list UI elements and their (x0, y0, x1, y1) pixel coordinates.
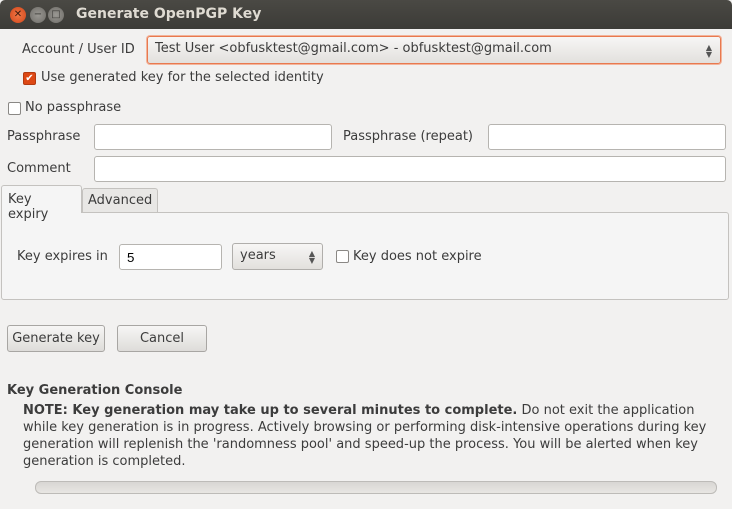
title-bar: ✕ − □ Generate OpenPGP Key (0, 0, 732, 29)
passphrase-repeat-label: Passphrase (repeat) (343, 129, 473, 144)
progress-bar (35, 481, 717, 494)
no-expire-label: Key does not expire (353, 249, 482, 264)
no-passphrase-checkbox[interactable] (8, 102, 21, 115)
use-generated-checkbox[interactable]: ✔ (23, 72, 36, 85)
passphrase-repeat-input[interactable] (488, 124, 726, 150)
tab-label: Advanced (88, 193, 153, 208)
account-select[interactable]: Test User <obfusktest@gmail.com> - obfus… (147, 36, 721, 64)
comment-label: Comment (7, 161, 71, 176)
expires-in-label: Key expires in (17, 249, 108, 264)
maximize-icon[interactable]: □ (48, 7, 64, 23)
minimize-icon[interactable]: − (30, 7, 46, 23)
account-label: Account / User ID (22, 42, 135, 57)
console-note-bold: NOTE: Key generation may take up to seve… (23, 403, 518, 418)
use-generated-label: Use generated key for the selected ident… (41, 70, 324, 85)
comment-input[interactable] (94, 156, 726, 182)
expiry-value-input[interactable] (119, 244, 222, 270)
spin-arrows-icon: ▲ ▼ (705, 43, 712, 59)
expiry-unit-select[interactable]: years ▲ ▼ (232, 243, 323, 270)
no-expire-checkbox[interactable] (336, 250, 349, 263)
spin-arrows-icon: ▲ ▼ (308, 249, 315, 265)
console-heading: Key Generation Console (7, 383, 183, 398)
tab-label: Key expiry (8, 192, 49, 222)
tab-key-expiry[interactable]: Key expiry (1, 185, 82, 222)
account-value: Test User <obfusktest@gmail.com> - obfus… (155, 41, 552, 56)
close-icon[interactable]: ✕ (10, 7, 26, 23)
console-note: NOTE: Key generation may take up to seve… (23, 402, 723, 470)
expiry-unit-value: years (240, 248, 276, 263)
cancel-button[interactable]: Cancel (117, 325, 207, 352)
window-title: Generate OpenPGP Key (76, 6, 262, 22)
generate-key-button[interactable]: Generate key (7, 325, 105, 352)
passphrase-label: Passphrase (7, 129, 81, 144)
tab-advanced[interactable]: Advanced (82, 188, 158, 212)
no-passphrase-label: No passphrase (25, 100, 122, 115)
passphrase-input[interactable] (94, 124, 332, 150)
